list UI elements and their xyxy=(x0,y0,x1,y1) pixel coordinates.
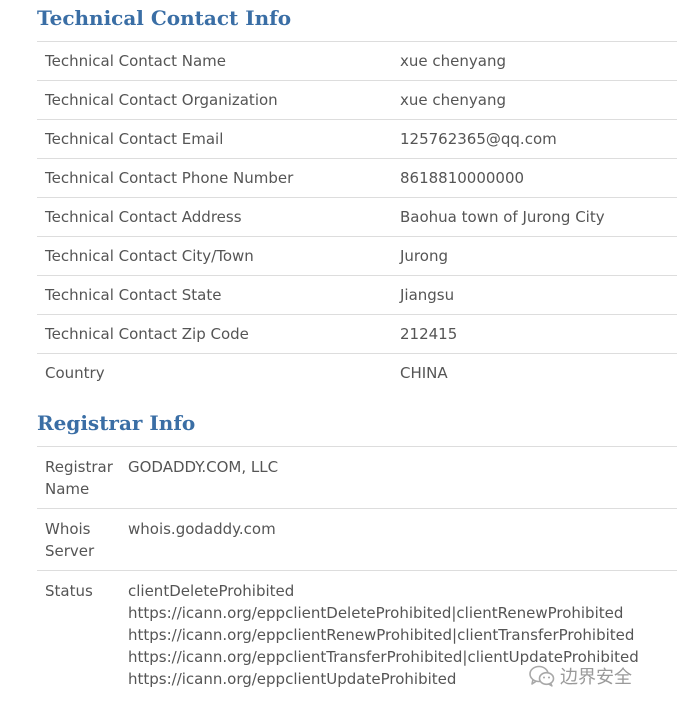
row-label: Country xyxy=(37,353,392,392)
table-row: Technical Contact City/Town Jurong xyxy=(37,236,677,276)
row-value: xue chenyang xyxy=(392,41,677,81)
registrar-info-title: Registrar Info xyxy=(37,411,196,435)
table-row: Technical Contact Email 125762365@qq.com xyxy=(37,119,677,159)
table-row: Whois Server whois.godaddy.com xyxy=(37,508,677,571)
row-label: Technical Contact State xyxy=(37,275,392,315)
whois-server-label: Whois Server xyxy=(37,508,120,571)
row-value: Baohua town of Jurong City xyxy=(392,197,677,237)
table-row: Technical Contact Zip Code 212415 xyxy=(37,314,677,354)
registrar-info-table: Registrar Name GODADDY.COM, LLC Whois Se… xyxy=(37,446,677,698)
row-label: Technical Contact Zip Code xyxy=(37,314,392,354)
row-value: 8618810000000 xyxy=(392,158,677,198)
row-label: Technical Contact Name xyxy=(37,41,392,81)
row-label: Technical Contact Organization xyxy=(37,80,392,120)
row-value: CHINA xyxy=(392,353,677,392)
table-row: Technical Contact Organization xue cheny… xyxy=(37,80,677,120)
row-label: Technical Contact Phone Number xyxy=(37,158,392,198)
watermark-text: 边界安全 xyxy=(560,667,632,688)
row-label: Technical Contact City/Town xyxy=(37,236,392,276)
status-label: Status xyxy=(37,570,120,698)
table-row: Technical Contact Phone Number 861881000… xyxy=(37,158,677,198)
technical-contact-table: Technical Contact Name xue chenyang Tech… xyxy=(37,41,677,392)
registrar-name-label: Registrar Name xyxy=(37,446,120,509)
watermark: 边界安全 xyxy=(529,662,632,690)
row-value: 212415 xyxy=(392,314,677,354)
row-label: Technical Contact Email xyxy=(37,119,392,159)
status-line: https://icann.org/eppclientRenewProhibit… xyxy=(128,626,635,644)
row-value: Jurong xyxy=(392,236,677,276)
table-row: Technical Contact Address Baohua town of… xyxy=(37,197,677,237)
row-value: Jiangsu xyxy=(392,275,677,315)
row-value: 125762365@qq.com xyxy=(392,119,677,159)
status-line: https://icann.org/eppclientDeleteProhibi… xyxy=(128,604,624,622)
table-row: Registrar Name GODADDY.COM, LLC xyxy=(37,446,677,509)
status-line: clientDeleteProhibited xyxy=(128,582,295,600)
registrar-name-value: GODADDY.COM, LLC xyxy=(120,446,677,509)
whois-server-value: whois.godaddy.com xyxy=(120,508,677,571)
table-row: Country CHINA xyxy=(37,353,677,392)
wechat-icon xyxy=(529,665,555,687)
row-value: xue chenyang xyxy=(392,80,677,120)
table-row: Technical Contact State Jiangsu xyxy=(37,275,677,315)
technical-contact-title: Technical Contact Info xyxy=(37,6,292,30)
table-row: Technical Contact Name xue chenyang xyxy=(37,41,677,81)
row-label: Technical Contact Address xyxy=(37,197,392,237)
